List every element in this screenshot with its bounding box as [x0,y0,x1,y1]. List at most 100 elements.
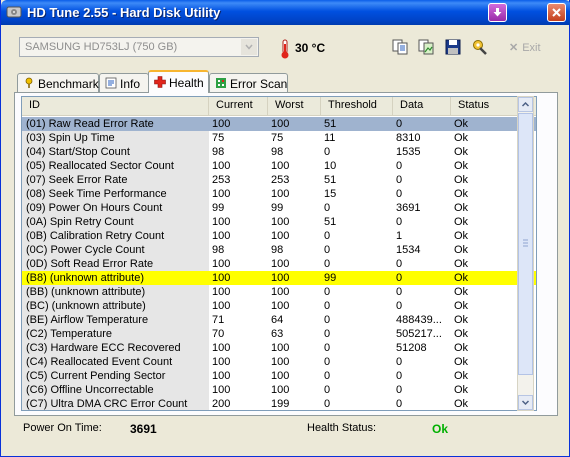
cell-worst: 199 [271,398,290,410]
cell-current: 253 [212,174,231,186]
grip-icon [523,239,528,247]
cell-threshold: 0 [324,342,331,354]
cell-data: 0 [396,286,403,298]
cell-current: 100 [212,230,231,242]
cell-threshold: 10 [324,160,337,172]
exit-button[interactable]: ✕ Exit [509,41,541,54]
save-icon[interactable] [444,38,462,56]
cell-id: (C2) Temperature [22,327,209,341]
cell-threshold: 0 [324,356,331,368]
table-row[interactable]: (01) Raw Read Error Rate 100 100 51 0 Ok [22,117,536,131]
cell-id: (BB) (unknown attribute) [22,285,209,299]
table-row[interactable]: (0A) Spin Retry Count 100 100 51 0 Ok [22,215,536,229]
info-icon [105,77,117,89]
table-row[interactable]: (C6) Offline Uncorrectable 100 100 0 0 Ok [22,383,536,397]
cell-data: 0 [396,398,403,410]
table-row[interactable]: (08) Seek Time Performance 100 100 15 0 Ok [22,187,536,201]
cell-data: 0 [396,300,403,312]
cell-current: 100 [212,216,231,228]
cell-worst: 98 [271,244,284,256]
scroll-up-button[interactable] [518,97,533,112]
cell-threshold: 0 [324,328,331,340]
app-window: HD Tune 2.55 - Hard Disk Utility SAMSUNG… [0,0,570,457]
table-row[interactable]: (BB) (unknown attribute) 100 100 0 0 Ok [22,285,536,299]
cell-id: (C7) Ultra DMA CRC Error Count [22,397,209,410]
table-row[interactable]: (C2) Temperature 70 63 0 505217... Ok [22,327,536,341]
cell-threshold: 0 [324,286,331,298]
table-row[interactable]: (C4) Reallocated Event Count 100 100 0 0 Ok [22,355,536,369]
cell-worst: 100 [271,286,290,298]
tab-info[interactable]: Info [99,73,149,92]
cell-worst: 100 [271,160,290,172]
table-row[interactable]: (0C) Power Cycle Count 98 98 0 1534 Ok [22,243,536,257]
table-row[interactable]: (BE) Airflow Temperature 71 64 0 488439... Ok [22,313,536,327]
cell-data: 0 [396,356,403,368]
cell-id: (BE) Airflow Temperature [22,313,209,327]
cell-worst: 100 [271,300,290,312]
cell-id: (08) Seek Time Performance [22,187,209,201]
cell-worst: 98 [271,146,284,158]
title-bar[interactable]: HD Tune 2.55 - Hard Disk Utility [1,0,570,25]
cell-data: 0 [396,118,403,130]
copy-screenshot-icon[interactable] [417,38,435,56]
drive-select[interactable]: SAMSUNG HD753LJ (750 GB) [19,37,259,57]
close-button[interactable] [547,3,566,22]
tab-health[interactable]: Health [148,70,209,93]
cell-threshold: 51 [324,216,337,228]
cell-data: 1 [396,230,403,242]
cell-current: 75 [212,132,225,144]
cell-current: 100 [212,370,231,382]
table-row[interactable]: (BC) (unknown attribute) 100 100 0 0 Ok [22,299,536,313]
column-header-worst[interactable]: Worst [268,97,321,115]
cell-worst: 100 [271,272,290,284]
cell-threshold: 51 [324,174,337,186]
table-row[interactable]: (09) Power On Hours Count 99 99 0 3691 Ok [22,201,536,215]
options-icon[interactable] [471,38,489,56]
list-header: ID Current Worst Threshold Data Status [22,97,536,116]
table-row[interactable]: (0B) Calibration Retry Count 100 100 0 1 Ok [22,229,536,243]
cell-data: 0 [396,384,403,396]
cell-id: (C3) Hardware ECC Recovered [22,341,209,355]
cell-data: 488439... [396,314,442,326]
hd-tune-app-icon [6,6,22,18]
cell-threshold: 0 [324,384,331,396]
table-row[interactable]: (C3) Hardware ECC Recovered 100 100 0 51208 O… [22,341,536,355]
cell-threshold: 15 [324,188,337,200]
cell-current: 100 [212,286,231,298]
tab-benchmark[interactable]: Benchmark [17,73,99,92]
scroll-thumb[interactable] [518,113,533,375]
table-row[interactable]: (07) Seek Error Rate 253 253 51 0 Ok [22,173,536,187]
cell-current: 98 [212,146,225,158]
cell-data: 0 [396,272,403,284]
table-row[interactable]: (B8) (unknown attribute) 100 100 99 0 Ok [22,271,536,285]
column-header-id[interactable]: ID [22,97,209,115]
table-row[interactable]: (04) Start/Stop Count 98 98 0 1535 Ok [22,145,536,159]
column-header-current[interactable]: Current [209,97,268,115]
column-header-threshold[interactable]: Threshold [321,97,393,115]
exit-icon: ✕ [509,42,519,54]
benchmark-icon [25,77,33,88]
cell-threshold: 11 [324,132,336,144]
cell-worst: 100 [271,384,290,396]
table-row[interactable]: (0D) Soft Read Error Rate 100 100 0 0 Ok [22,257,536,271]
cell-data: 505217... [396,328,442,340]
drive-select-value: SAMSUNG HD753LJ (750 GB) [25,41,178,53]
column-header-data[interactable]: Data [393,97,451,115]
arrow-down-icon [493,8,502,17]
drive-select-arrow[interactable] [241,39,257,55]
tab-error-scan[interactable]: Error Scan [209,73,288,92]
cell-current: 99 [212,202,225,214]
error-scan-icon [216,78,226,88]
minimize-to-tray-button[interactable] [488,3,507,22]
table-row[interactable]: (05) Reallocated Sector Count 100 100 10 0 Ok [22,159,536,173]
table-row[interactable]: (C5) Current Pending Sector 100 100 0 0 Ok [22,369,536,383]
tab-error-scan-label: Error Scan [230,77,288,91]
cell-id: (04) Start/Stop Count [22,145,209,159]
table-row[interactable]: (03) Spin Up Time 75 75 11 8310 Ok [22,131,536,145]
copy-text-icon[interactable] [391,38,409,56]
table-row[interactable]: (C7) Ultra DMA CRC Error Count 200 199 0 0 Ok [22,397,536,410]
cell-threshold: 0 [324,230,331,242]
scroll-down-button[interactable] [518,395,533,410]
vertical-scrollbar[interactable] [517,96,534,411]
smart-attribute-list[interactable]: ID Current Worst Threshold Data Status (… [21,96,537,411]
